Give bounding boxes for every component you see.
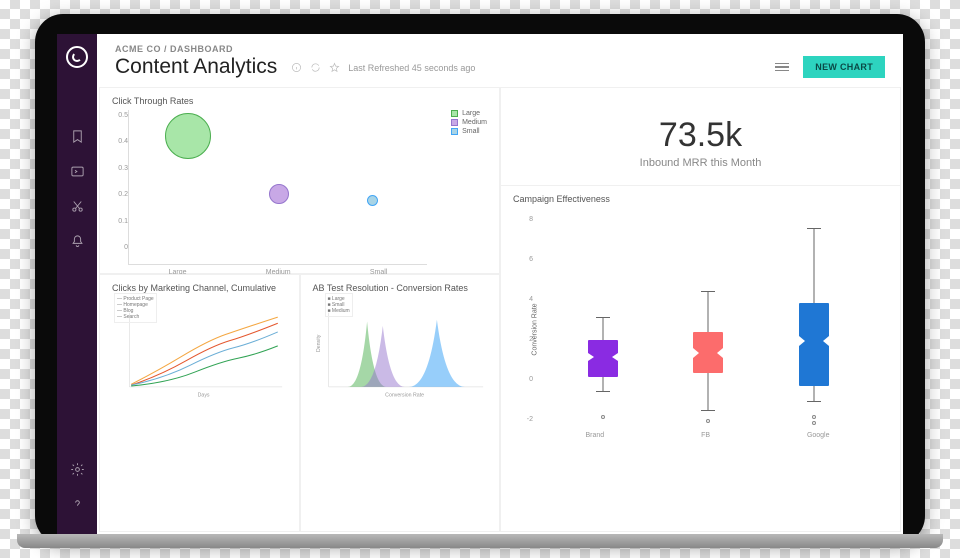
laptop-frame: ACME CO / DASHBOARD Content Analytics La… [35,14,925,544]
nav-bell-icon[interactable] [70,234,85,249]
box-fb [691,216,725,423]
x-axis: BrandFBGoogle [537,432,878,439]
nav-settings-icon[interactable] [70,462,85,477]
box-google [797,216,831,423]
svg-text:Density: Density [315,334,321,352]
bubble-medium [269,184,289,204]
page-title: Content Analytics [115,55,277,79]
main-area: ACME CO / DASHBOARD Content Analytics La… [97,34,903,534]
ab-test-card: AB Test Resolution - Conversion Rates ■ … [300,274,501,532]
campaign-effectiveness-card: Campaign Effectiveness Conversion Rate 8… [500,185,901,532]
refresh-icon[interactable] [310,62,321,73]
nav-dashboard-icon[interactable] [70,94,85,109]
box-plot: Conversion Rate 86420-2 [513,208,888,443]
star-icon[interactable] [329,62,340,73]
nav-help-icon[interactable] [70,497,85,512]
breadcrumb[interactable]: ACME CO / DASHBOARD [115,44,277,54]
svg-text:Days: Days [198,392,210,398]
chart-title: Clicks by Marketing Channel, Cumulative [112,283,287,293]
refresh-label: Last Refreshed 45 seconds ago [348,63,475,73]
chart-title: AB Test Resolution - Conversion Rates [313,283,488,293]
box-brand [586,216,620,423]
plot-area [537,208,888,443]
click-through-rates-card: Click Through Rates 0.50.40.30.20.10 Lar… [99,87,500,274]
new-chart-button[interactable]: NEW CHART [803,56,885,78]
kpi-label: Inbound MRR this Month [513,157,888,169]
clicks-channel-card: Clicks by Marketing Channel, Cumulative … [99,274,300,532]
logo-icon[interactable] [66,46,88,68]
legend: Large Medium Small [451,110,487,137]
nav-terminal-icon[interactable] [70,164,85,179]
y-axis: 0.50.40.30.20.10 [112,110,128,265]
bubble-plot: LargeMediumSmall [128,110,427,265]
header: ACME CO / DASHBOARD Content Analytics La… [97,34,903,87]
legend: ■ Large■ Small■ Medium [325,293,353,317]
app-screen: ACME CO / DASHBOARD Content Analytics La… [57,34,903,534]
menu-icon[interactable] [775,63,789,72]
dashboard-grid: Click Through Rates 0.50.40.30.20.10 Lar… [97,87,903,534]
sidebar [57,34,97,534]
bubble-large [165,113,211,159]
chart-title: Click Through Rates [112,96,487,106]
kpi-value: 73.5k [513,116,888,155]
legend: — Product Page— Homepage— Blog— Search [114,293,157,323]
nav-bookmark-icon[interactable] [70,129,85,144]
chart-title: Campaign Effectiveness [513,194,888,204]
info-icon[interactable] [291,62,302,73]
bubble-small [367,195,378,206]
nav-cut-icon[interactable] [70,199,85,214]
svg-text:Conversion Rate: Conversion Rate [385,392,424,398]
